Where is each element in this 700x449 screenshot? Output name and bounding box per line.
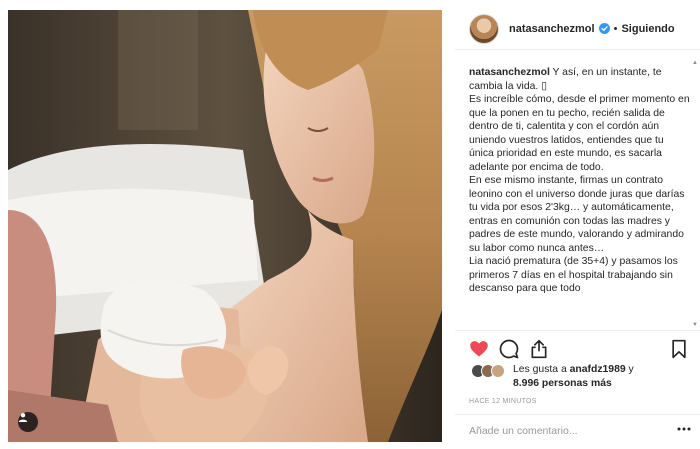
- liker-username-link[interactable]: anafdz1989: [570, 364, 626, 375]
- instagram-post: natasanchezmol • Siguiendo natasanchezmo…: [0, 0, 700, 449]
- comment-input[interactable]: [469, 425, 649, 437]
- post-sidebar: natasanchezmol • Siguiendo natasanchezmo…: [455, 0, 700, 449]
- caption: natasanchezmol Y así, en un instante, te…: [469, 66, 691, 330]
- photo-illustration: [8, 10, 442, 442]
- heart-filled-icon[interactable]: [469, 339, 489, 359]
- liker-avatars: [471, 364, 511, 380]
- post-photo[interactable]: [8, 10, 442, 442]
- follow-status-button[interactable]: Siguiendo: [621, 23, 674, 35]
- likes-prefix: Les gusta a: [513, 364, 570, 375]
- speech-bubble-icon[interactable]: [499, 339, 519, 359]
- user-tag-button[interactable]: [18, 412, 38, 432]
- likes-count-link[interactable]: 8.996 personas más: [513, 378, 612, 389]
- likes-section: Les gusta a anafdz1989 y 8.996 personas …: [469, 362, 694, 392]
- caption-paragraph: En ese mismo instante, firmas un contrat…: [469, 175, 685, 254]
- action-bar: [455, 330, 700, 362]
- likes-text: Les gusta a anafdz1989 y 8.996 personas …: [513, 363, 634, 391]
- caption-username[interactable]: natasanchezmol: [469, 67, 550, 78]
- avatar[interactable]: [469, 13, 499, 44]
- caption-first-line: natasanchezmol Y así, en un instante, te…: [469, 66, 691, 93]
- separator-dot: •: [613, 22, 618, 35]
- scroll-up-arrow-icon[interactable]: ▲: [692, 60, 698, 66]
- caption-paragraph: Es increíble cómo, desde el primer momen…: [469, 94, 690, 173]
- scroll-down-arrow-icon[interactable]: ▼: [692, 322, 698, 328]
- liker-avatar[interactable]: [491, 364, 505, 378]
- verified-badge-icon: [598, 23, 610, 34]
- caption-paragraph: Lia nació prematura (de 35+4) y pasamos …: [469, 256, 678, 294]
- username-link[interactable]: natasanchezmol: [509, 23, 595, 35]
- share-arrow-icon[interactable]: [529, 339, 549, 359]
- likes-connector: y: [625, 364, 634, 375]
- post-header: natasanchezmol • Siguiendo: [455, 8, 700, 50]
- user-tag-icon: [18, 413, 28, 422]
- comment-box: [455, 414, 700, 449]
- post-timestamp[interactable]: HACE 12 MINUTOS: [469, 398, 537, 405]
- bookmark-icon[interactable]: [669, 339, 689, 359]
- ellipsis-icon[interactable]: [677, 427, 691, 431]
